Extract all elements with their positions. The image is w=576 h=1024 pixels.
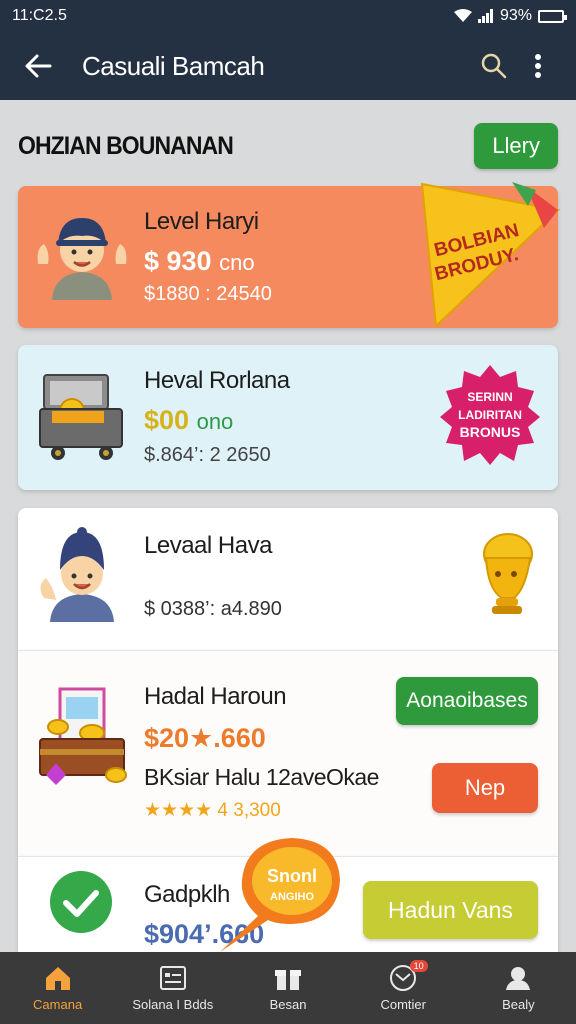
bubble-line-1: Snonl (267, 866, 317, 886)
nav-item-home[interactable]: Camana (0, 952, 115, 1024)
check-circle-icon (50, 871, 112, 933)
nav-label: Comtier (380, 996, 426, 1012)
more-menu-button[interactable] (516, 44, 560, 88)
battery-percent: 93% (499, 7, 532, 24)
rating-stars: ★★★★ 4 3,300 (144, 800, 281, 821)
list-item[interactable]: Heval Rorlana $00 ono $.864’: 2 2650 SER… (18, 345, 558, 490)
amount: $00 (144, 405, 190, 435)
list-icon (159, 965, 186, 990)
level-label: Levaal Hava (144, 532, 272, 559)
bottom-nav: Camana Solana I Bdds Besan 10 Comtier Be… (0, 952, 576, 1024)
amount-suffix: ono (196, 409, 234, 434)
rating: ★★★★ 4 3,300 (144, 799, 379, 822)
nav-label: Besan (269, 996, 307, 1012)
golden-trophy-icon (483, 533, 533, 614)
amount-suffix: cno (219, 250, 255, 275)
level-label: Hadal Haroun (144, 683, 287, 710)
wifi-icon (453, 9, 472, 22)
home-icon (45, 966, 70, 990)
level-label: Level Haryi (144, 208, 259, 235)
nav-label: Solana I Bdds (132, 996, 214, 1012)
treasure-chest-icon (39, 687, 127, 785)
section-header: OHZIAN BOUNANAN Llery (18, 118, 558, 174)
profile-icon (506, 966, 531, 990)
bubble-line-2: ANGIHO (270, 891, 314, 903)
card-secondary-button[interactable]: Nep (432, 763, 538, 813)
badge-line-3: BRONUS (460, 424, 521, 440)
list-item[interactable]: Hadal Haroun $20★.660 BKsiar Halu 12aveO… (18, 650, 558, 856)
avatar-boy-hood (40, 527, 114, 622)
nav-item-mail[interactable]: 10 Comtier (346, 952, 461, 1024)
battery-icon (538, 9, 567, 23)
list-item[interactable]: Levaal Hava $ 0388’: a4.890 (18, 508, 558, 650)
card-primary-button[interactable]: Aonaoibases (396, 677, 538, 725)
nav-item-list[interactable]: Solana I Bdds (115, 952, 230, 1024)
list-item[interactable]: Level Haryi $ 930 cno $1880 : 24540 BOLB… (18, 182, 561, 329)
nav-item-profile[interactable]: Bealy (461, 952, 576, 1024)
search-icon (481, 53, 507, 79)
avatar-boy-waving (37, 218, 127, 300)
card-action-button[interactable]: Hadun Vans (363, 881, 538, 939)
bonus-seal-icon: SERINN LADIRITAN BRONUS (440, 365, 540, 465)
amount: $20★.660 (144, 723, 266, 753)
page-title: Casuali Bamcah (82, 50, 265, 81)
app-bar: Casuali Bamcah (0, 32, 576, 100)
search-button[interactable] (472, 44, 516, 88)
treasure-cart-icon (39, 374, 123, 460)
more-vert-icon (535, 54, 541, 78)
floating-promo-bubble-icon: Snonl ANGIHO (220, 838, 340, 952)
status-time: 11:C2.5 (12, 7, 67, 24)
range-text: $.864’: 2 2650 (144, 444, 271, 466)
back-button[interactable] (16, 44, 60, 88)
range-text: $ 0388’: a4.890 (144, 598, 282, 620)
arrow-left-icon (25, 54, 52, 78)
section-action-button[interactable]: Llery (474, 123, 558, 169)
notification-badge: 10 (409, 960, 428, 972)
signal-icon (477, 9, 493, 23)
gift-icon (275, 969, 301, 990)
nav-item-gift[interactable]: Besan (230, 952, 345, 1024)
bonus-banner-icon: BOLBIAN BRODUY. (420, 182, 561, 329)
amount: $ 930 (144, 246, 212, 276)
detail-line: BKsiar Halu 12aveOkae (144, 764, 379, 790)
section-title: OHZIAN BOUNANAN (18, 131, 234, 160)
status-bar: 11:C2.5 93% (0, 0, 576, 32)
badge-line-1: SERINN (467, 390, 512, 404)
range-text: $1880 : 24540 (144, 283, 272, 305)
nav-label: Bealy (502, 996, 535, 1012)
level-label: Heval Rorlana (144, 367, 290, 394)
badge-line-2: LADIRITAN (458, 408, 522, 422)
nav-label: Camana (33, 996, 83, 1012)
